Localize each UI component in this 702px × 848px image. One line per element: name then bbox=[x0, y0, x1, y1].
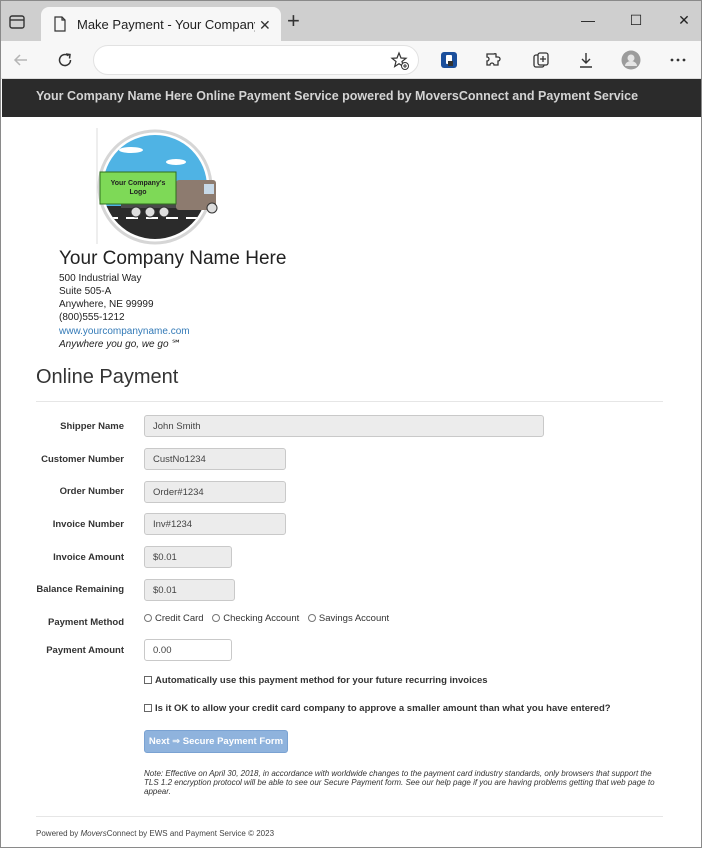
invoice-number-field[interactable]: Inv#1234 bbox=[144, 513, 286, 535]
payment-amount-label: Payment Amount bbox=[46, 645, 124, 656]
tls-note: Note: Effective on April 30, 2018, in ac… bbox=[144, 769, 655, 796]
credit-card-label: Credit Card bbox=[155, 613, 204, 624]
add-favorite-icon[interactable] bbox=[390, 51, 410, 71]
footer-prefix: Powered by bbox=[36, 829, 81, 838]
checking-account-label: Checking Account bbox=[223, 613, 300, 624]
collections-icon[interactable] bbox=[531, 50, 551, 70]
maximize-icon[interactable]: ☐ bbox=[626, 10, 646, 30]
order-number-value: Order#1234 bbox=[153, 487, 204, 498]
smaller-amount-option[interactable]: Is it OK to allow your credit card compa… bbox=[144, 703, 611, 714]
logo-text-line2: Logo bbox=[129, 189, 146, 196]
footer-divider bbox=[36, 816, 663, 817]
page-title: Online Payment bbox=[36, 366, 179, 388]
smaller-amount-checkbox[interactable] bbox=[144, 704, 152, 712]
company-address1: 500 Industrial Way bbox=[59, 273, 142, 284]
company-address2: Suite 505-A bbox=[59, 286, 112, 297]
tab-make-payment[interactable]: Make Payment - Your Company N ✕ bbox=[41, 7, 281, 41]
tab-close-icon[interactable]: ✕ bbox=[259, 17, 271, 34]
radio-savings-account[interactable] bbox=[307, 614, 316, 622]
invoice-number-label: Invoice Number bbox=[52, 519, 124, 530]
invoice-amount-value: $0.01 bbox=[153, 552, 177, 563]
logo-text-line1: Your Company's bbox=[111, 180, 166, 187]
tab-actions-icon[interactable] bbox=[7, 12, 27, 32]
footer-brand: Movers bbox=[80, 829, 107, 838]
balance-remaining-value: $0.01 bbox=[153, 585, 177, 596]
company-city-state-zip: Anywhere, NE 99999 bbox=[59, 299, 154, 310]
minimize-icon[interactable]: — bbox=[578, 10, 598, 30]
shipper-name-value: John Smith bbox=[153, 421, 201, 432]
invoice-amount-field[interactable]: $0.01 bbox=[144, 546, 232, 568]
tab-title: Make Payment - Your Company N bbox=[77, 17, 255, 32]
footer-suffix: Connect by EWS and Payment Service © 202… bbox=[106, 829, 275, 838]
radio-credit-card[interactable] bbox=[144, 614, 152, 622]
auto-recurring-label: Automatically use this payment method fo… bbox=[155, 675, 488, 686]
browser-toolbar bbox=[1, 41, 701, 79]
site-header-bar: Your Company Name Here Online Payment Se… bbox=[2, 79, 701, 117]
payment-method-label: Payment Method bbox=[47, 617, 124, 628]
customer-number-label: Customer Number bbox=[41, 454, 124, 465]
downloads-icon[interactable] bbox=[576, 50, 596, 70]
footer: Powered by MoversConnect by EWS and Paym… bbox=[36, 829, 274, 838]
shipper-name-label: Shipper Name bbox=[60, 421, 124, 432]
more-menu-icon[interactable] bbox=[668, 50, 688, 70]
back-arrow-icon[interactable] bbox=[11, 50, 31, 70]
balance-remaining-label: Balance Remaining bbox=[36, 584, 124, 595]
browser-window: Make Payment - Your Company N ✕ + — ☐ ✕ bbox=[0, 0, 702, 848]
payment-method-options: Credit Card Checking Account Savings Acc… bbox=[144, 613, 395, 624]
company-name: Your Company Name Here bbox=[59, 248, 287, 269]
window-close-icon[interactable]: ✕ bbox=[674, 10, 694, 30]
payment-method-credit-card[interactable]: Credit Card bbox=[144, 613, 204, 624]
profile-avatar-icon[interactable] bbox=[621, 50, 641, 70]
company-tagline: Anywhere you go, we go ℠ bbox=[59, 339, 182, 350]
payment-method-checking[interactable]: Checking Account bbox=[212, 613, 299, 624]
divider bbox=[36, 401, 663, 402]
next-secure-payment-button[interactable]: Next ⇒ Secure Payment Form bbox=[144, 730, 288, 753]
shipper-name-field[interactable]: John Smith bbox=[144, 415, 544, 437]
company-phone: (800)555-1212 bbox=[59, 312, 125, 323]
address-bar[interactable] bbox=[93, 45, 419, 75]
refresh-icon[interactable] bbox=[55, 50, 75, 70]
customer-number-field[interactable]: CustNo1234 bbox=[144, 448, 286, 470]
invoice-number-value: Inv#1234 bbox=[153, 519, 193, 530]
payment-method-savings[interactable]: Savings Account bbox=[307, 613, 390, 624]
order-number-label: Order Number bbox=[59, 486, 124, 497]
site-header-text: Your Company Name Here Online Payment Se… bbox=[36, 89, 639, 103]
page-icon bbox=[54, 16, 66, 32]
tab-bar: Make Payment - Your Company N ✕ + — ☐ ✕ bbox=[1, 1, 701, 41]
payment-amount-input[interactable]: 0.00 bbox=[144, 639, 232, 661]
company-website-link[interactable]: www.yourcompanyname.com bbox=[59, 326, 190, 337]
invoice-amount-label: Invoice Amount bbox=[53, 552, 124, 563]
company-logo: Your Company's Logo bbox=[96, 128, 218, 245]
customer-number-value: CustNo1234 bbox=[153, 454, 206, 465]
extensions-icon[interactable] bbox=[483, 50, 503, 70]
new-tab-icon[interactable]: + bbox=[287, 10, 300, 32]
auto-recurring-checkbox[interactable] bbox=[144, 676, 152, 684]
auto-recurring-option[interactable]: Automatically use this payment method fo… bbox=[144, 675, 488, 686]
savings-account-label: Savings Account bbox=[318, 613, 390, 624]
order-number-field[interactable]: Order#1234 bbox=[144, 481, 286, 503]
balance-remaining-field[interactable]: $0.01 bbox=[144, 579, 235, 601]
radio-checking-account[interactable] bbox=[212, 614, 221, 622]
password-manager-icon[interactable] bbox=[439, 50, 459, 70]
payment-amount-value: 0.00 bbox=[153, 645, 172, 656]
smaller-amount-label: Is it OK to allow your credit card compa… bbox=[155, 703, 611, 714]
